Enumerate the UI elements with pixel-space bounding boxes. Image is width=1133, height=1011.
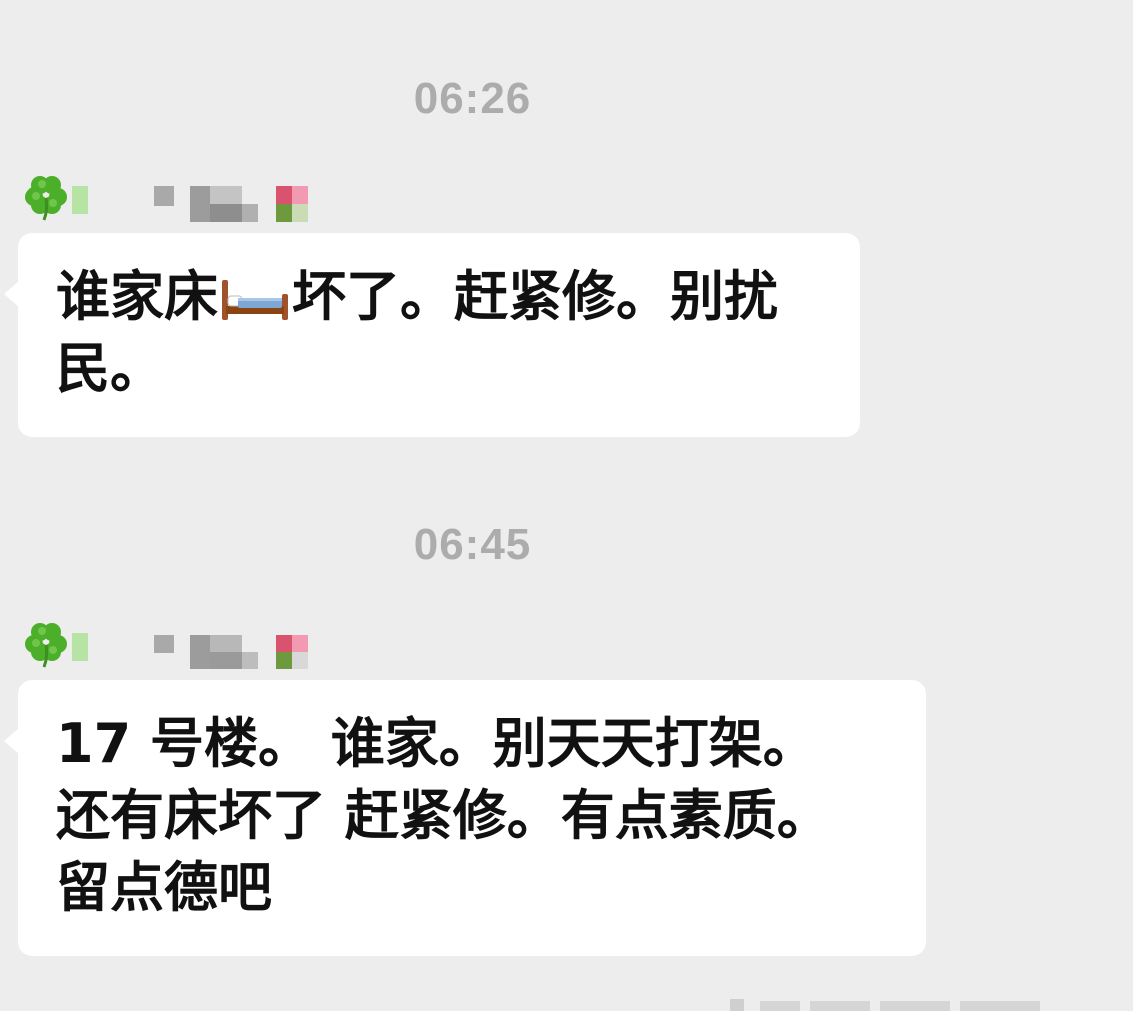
message-bubble[interactable]: 17 号楼。 谁家。别天天打架。 还有床坏了 赶紧修。有点素质。 留点德吧: [4, 680, 926, 956]
blurred-name-block: [72, 633, 88, 661]
four-leaf-clover-icon: [25, 623, 67, 668]
message-text: 17 号楼。 谁家。别天天打架。 还有床坏了 赶紧修。有点素质。 留点德吧: [56, 712, 831, 919]
blurred-name-block: [292, 186, 308, 204]
blurred-name-block: [72, 186, 88, 214]
bed-emoji-icon: [222, 280, 288, 321]
blurred-name-block: [292, 204, 308, 222]
blurred-name-block: [292, 652, 308, 669]
message-text-part: 谁家床: [56, 265, 218, 328]
blurred-name-block: [276, 635, 292, 652]
blurred-name-block: [276, 204, 292, 222]
blurred-name-block: [190, 635, 210, 669]
blurred-name-block: [276, 652, 292, 669]
sender-name-row[interactable]: [22, 619, 322, 669]
four-leaf-clover-icon: [25, 176, 67, 221]
blurred-name-block: [242, 652, 258, 669]
message-bubble[interactable]: 谁家床 坏了。赶紧修。别扰 民。: [4, 233, 860, 437]
blurred-name-block: [276, 186, 292, 204]
message-timestamp: 06:45: [413, 520, 532, 569]
blurred-name-block: [210, 204, 242, 222]
message-text: 谁家床 坏了。赶紧修。别扰 民。: [56, 261, 824, 405]
blurred-name-block: [210, 652, 242, 669]
blurred-name-block: [242, 204, 258, 222]
blurred-name-block: [190, 186, 210, 222]
blurred-name-block: [154, 186, 174, 206]
blurred-name-block: [292, 635, 308, 652]
blurred-name-block: [154, 635, 174, 653]
message-timestamp: 06:26: [413, 74, 532, 123]
blurred-name-block: [210, 186, 242, 204]
blurred-name-block: [210, 635, 242, 652]
sender-name-row[interactable]: [22, 172, 322, 222]
watermark-strip: [730, 999, 1040, 1011]
